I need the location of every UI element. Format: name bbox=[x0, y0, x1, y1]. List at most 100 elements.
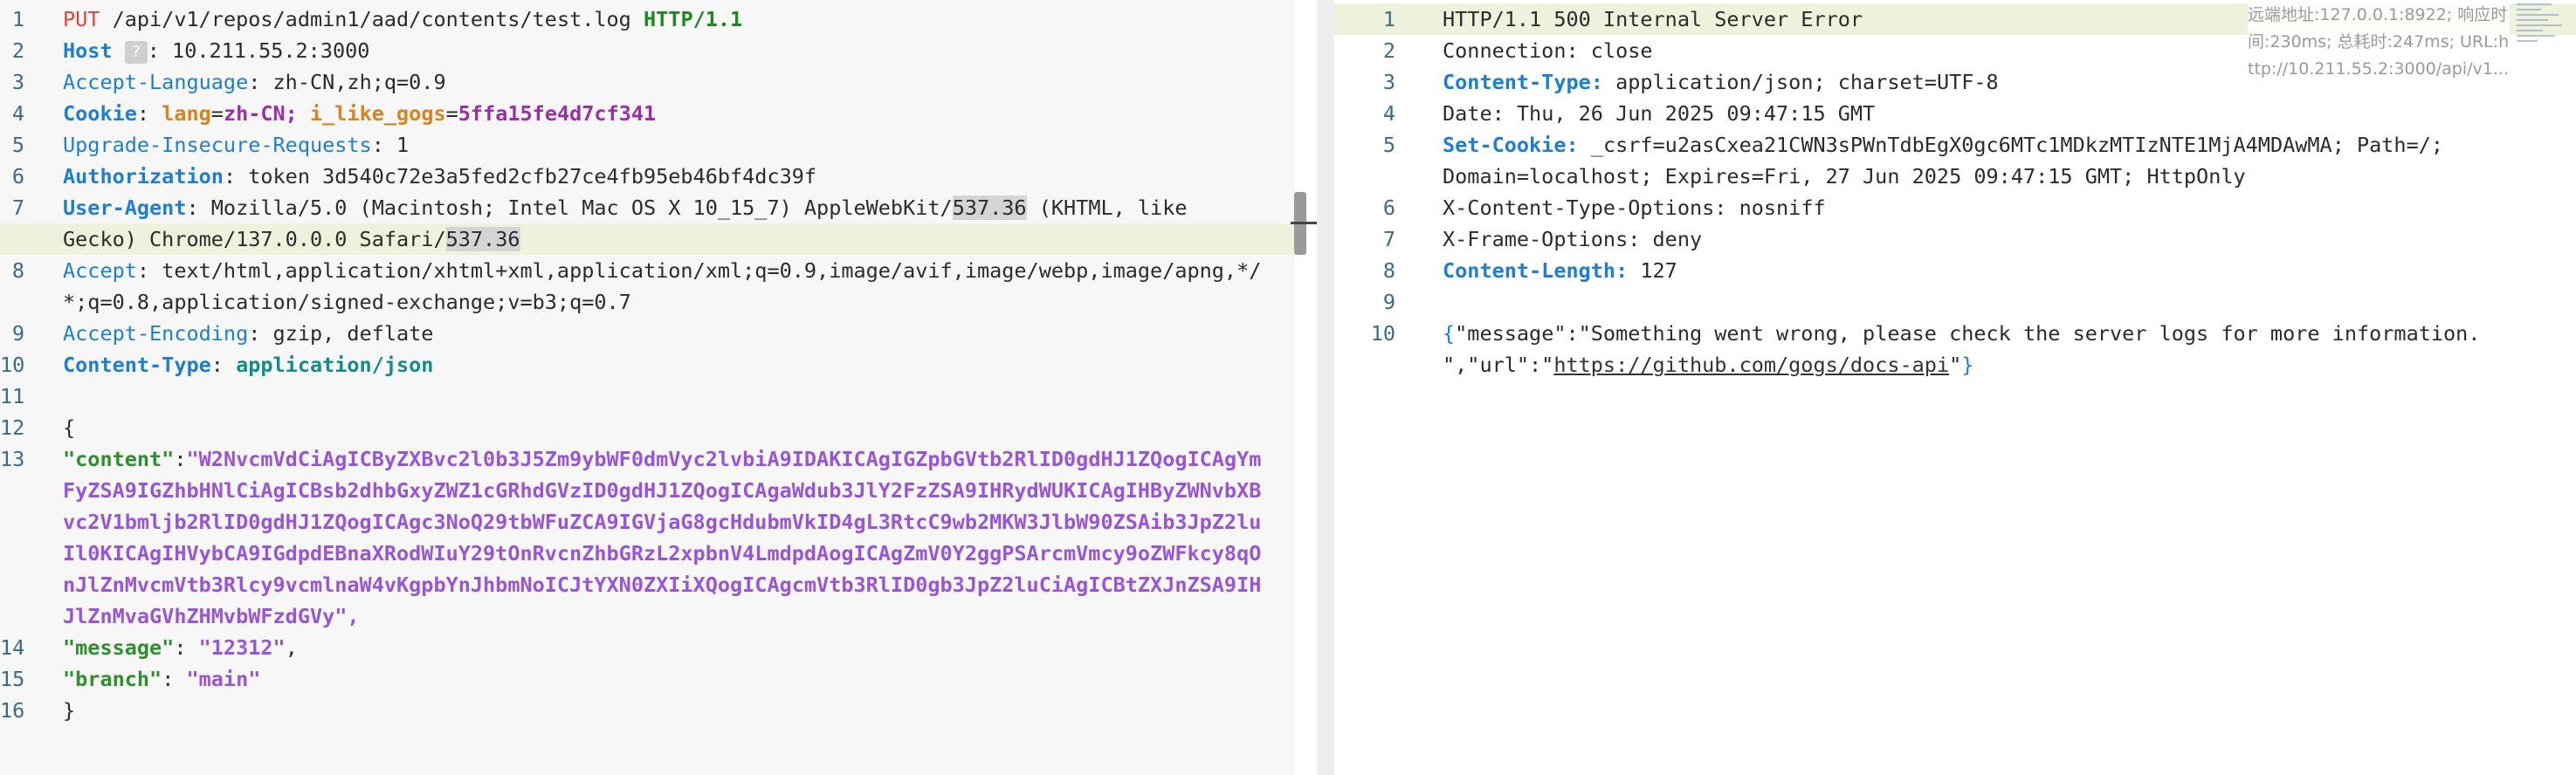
header-value-content-type: application/json bbox=[236, 353, 434, 377]
cookie-key-gogs: i_like_gogs bbox=[309, 101, 446, 126]
request-line-14: 14 "message": "12312", bbox=[0, 632, 1294, 663]
json-brace-open: { bbox=[63, 415, 76, 440]
header-name-content-length: Content-Length: bbox=[1443, 258, 1629, 283]
response-info-tooltip: 远端地址:127.0.0.1:8922; 响应时间:230ms; 总耗时:247… bbox=[2248, 2, 2510, 83]
request-line-2: 2 Host ?: 10.211.55.2:3000 bbox=[0, 35, 1294, 66]
cookie-key-lang: lang bbox=[162, 101, 211, 126]
response-status-line: HTTP/1.1 500 Internal Server Error bbox=[1443, 7, 1863, 31]
header-value-accept-wrap: *;q=0.8,application/signed-exchange;v=b3… bbox=[63, 290, 631, 314]
response-line-8: 8 Content-Length: 127 bbox=[1334, 255, 2576, 286]
json-value-content: "W2NvcmVdCiAgICByZXBvc2l0b3J5Zm9ybWF0dmV… bbox=[186, 447, 1262, 471]
header-value-accept: text/html,application/xhtml+xml,applicat… bbox=[162, 258, 1262, 283]
header-name-connection: Connection: bbox=[1443, 38, 1579, 63]
header-value-set-cookie-wrap: Domain=localhost; Expires=Fri, 27 Jun 20… bbox=[1443, 164, 2246, 189]
json-value-content-wrap: Il0KICAgIHVybCA9IGdpdEBnaXRodWIuY29tOnRv… bbox=[63, 541, 1262, 566]
minimap-line bbox=[2517, 35, 2555, 37]
response-body-quote: " bbox=[1949, 353, 1962, 377]
line-number: 4 bbox=[11, 101, 24, 126]
line-number: 11 bbox=[0, 384, 25, 408]
json-key-branch: "branch" bbox=[63, 667, 162, 691]
response-line-10: 10 {"message":"Something went wrong, ple… bbox=[1334, 318, 2576, 349]
header-name-host: Host bbox=[63, 38, 113, 63]
header-value-user-agent-wrap: Gecko) Chrome/137.0.0.0 Safari/ bbox=[63, 227, 446, 251]
json-value-content-wrap: nJlZnMvcmVtb3Rlcy9vcmlnaW4vKgpbYnJhbmNoI… bbox=[63, 573, 1262, 597]
request-path: /api/v1/repos/admin1/aad/contents/test.l… bbox=[112, 7, 631, 31]
minimap[interactable] bbox=[2513, 0, 2576, 105]
header-value-content-length: 127 bbox=[1640, 258, 1677, 283]
minimap-line bbox=[2517, 9, 2541, 10]
json-value-content-wrap: JlZnMvaGVhZHMvbWFzdGVy", bbox=[63, 604, 360, 628]
header-value-date: Thu, 26 Jun 2025 09:47:15 GMT bbox=[1516, 101, 1876, 126]
header-value-set-cookie: _csrf=u2asCxea21CWN3sPWnTdbEgX0gc6MTc1MD… bbox=[1590, 133, 2444, 157]
line-number: 5 bbox=[11, 133, 24, 157]
response-line-7: 7 X-Frame-Options: deny bbox=[1334, 223, 2576, 255]
response-line-6: 6 X-Content-Type-Options: nosniff bbox=[1334, 192, 2576, 223]
header-value-user-agent: Mozilla/5.0 (Macintosh; Intel Mac OS X 1… bbox=[210, 195, 953, 220]
response-body-message: "message":"Something went wrong, please … bbox=[1455, 321, 2481, 346]
response-viewer[interactable]: 1 HTTP/1.1 500 Internal Server Error 2 C… bbox=[1334, 0, 2576, 775]
response-line-5-wrap: Domain=localhost; Expires=Fri, 27 Jun 20… bbox=[1334, 161, 2576, 192]
request-line-13-wrap-5: JlZnMvaGVhZHMvbWFzdGVy", bbox=[0, 600, 1294, 632]
request-editor[interactable]: 1 PUT /api/v1/repos/admin1/aad/contents/… bbox=[0, 0, 1294, 775]
request-line-1: 1 PUT /api/v1/repos/admin1/aad/contents/… bbox=[0, 3, 1294, 35]
header-value-upgrade: 1 bbox=[396, 133, 410, 157]
header-name-content-type: Content-Type bbox=[63, 353, 211, 377]
response-line-10-wrap: ","url":"https://github.com/gogs/docs-ap… bbox=[1334, 349, 2576, 381]
line-number: 6 bbox=[11, 164, 24, 189]
selected-text: 537.36 bbox=[445, 227, 520, 251]
response-body-url-key: ","url":" bbox=[1443, 353, 1554, 377]
response-line-5: 5 Set-Cookie: _csrf=u2asCxea21CWN3sPWnTd… bbox=[1334, 129, 2576, 161]
request-protocol: HTTP/1.1 bbox=[644, 7, 743, 31]
minimap-line bbox=[2517, 30, 2543, 31]
header-name-xcto: X-Content-Type-Options: bbox=[1443, 195, 1727, 220]
header-value-accept-encoding: gzip, deflate bbox=[272, 321, 434, 346]
request-line-10: 10 Content-Type: application/json bbox=[0, 349, 1294, 381]
minimap-line bbox=[2517, 3, 2552, 5]
line-number: 2 bbox=[11, 38, 24, 63]
line-number: 8 bbox=[11, 258, 24, 283]
request-line-13-wrap-2: vc2V1bmljb2RlID0gdHJ1ZQogICAgc3NoQ29tbWF… bbox=[0, 506, 1294, 538]
header-value-xfo: deny bbox=[1652, 227, 1703, 251]
header-name-user-agent: User-Agent bbox=[63, 195, 187, 220]
header-value-authorization: token 3d540c72e3a5fed2cfb27ce4fb95eb46bf… bbox=[248, 164, 817, 189]
line-number: 10 bbox=[0, 353, 25, 377]
response-line-4: 4 Date: Thu, 26 Jun 2025 09:47:15 GMT bbox=[1334, 98, 2576, 129]
request-line-9: 9 Accept-Encoding: gzip, deflate bbox=[0, 318, 1294, 349]
request-line-8-wrap: *;q=0.8,application/signed-exchange;v=b3… bbox=[0, 286, 1294, 318]
request-line-11: 11 bbox=[0, 381, 1294, 412]
minimap-line bbox=[2517, 14, 2559, 16]
line-number: 7 bbox=[11, 195, 24, 220]
cookie-value-gogs: 5ffa15fe4d7cf341 bbox=[458, 101, 657, 126]
pane-splitter[interactable] bbox=[1317, 0, 1334, 775]
request-line-12: 12 { bbox=[0, 412, 1294, 443]
request-line-13-wrap-3: Il0KICAgIHVybCA9IGdpdEBnaXRodWIuY29tOnRv… bbox=[0, 538, 1294, 569]
header-name-accept: Accept bbox=[63, 258, 137, 283]
header-name-accept-language: Accept-Language bbox=[63, 70, 249, 94]
line-number: 9 bbox=[1382, 290, 1395, 314]
response-body-url-link[interactable]: https://github.com/gogs/docs-api bbox=[1553, 353, 1949, 377]
request-line-5: 5 Upgrade-Insecure-Requests: 1 bbox=[0, 129, 1294, 161]
header-name-cookie: Cookie bbox=[63, 101, 137, 126]
json-key-message: "message" bbox=[63, 635, 175, 660]
line-number: 12 bbox=[0, 415, 25, 440]
header-value-xcto: nosniff bbox=[1739, 195, 1826, 220]
header-name-upgrade: Upgrade-Insecure-Requests bbox=[63, 133, 372, 157]
json-value-message: "12312" bbox=[198, 635, 286, 660]
line-number: 3 bbox=[1382, 70, 1395, 94]
request-line-4: 4 Cookie: lang=zh-CN; i_like_gogs=5ffa15… bbox=[0, 98, 1294, 129]
json-value-branch: "main" bbox=[186, 667, 261, 691]
request-line-16: 16 } bbox=[0, 695, 1294, 726]
help-icon[interactable]: ? bbox=[124, 40, 148, 64]
request-line-7: 7 User-Agent: Mozilla/5.0 (Macintosh; In… bbox=[0, 192, 1294, 223]
header-name-date: Date: bbox=[1443, 101, 1505, 126]
header-value-connection: close bbox=[1590, 38, 1653, 63]
header-name-authorization: Authorization bbox=[63, 164, 224, 189]
line-number: 5 bbox=[1382, 133, 1395, 157]
line-number: 10 bbox=[1370, 321, 1395, 346]
request-line-13: 13 "content":"W2NvcmVdCiAgICByZXBvc2l0b3… bbox=[0, 443, 1294, 475]
request-scrollbar-track[interactable] bbox=[1294, 0, 1317, 775]
request-line-6: 6 Authorization: token 3d540c72e3a5fed2c… bbox=[0, 161, 1294, 192]
line-number: 14 bbox=[0, 635, 25, 660]
cookie-value-lang: zh-CN; bbox=[223, 101, 298, 126]
request-line-13-wrap-1: FyZSA9IGZhbHNlCiAgICBsb2dhbGxyZWZ1cGRhdG… bbox=[0, 475, 1294, 506]
